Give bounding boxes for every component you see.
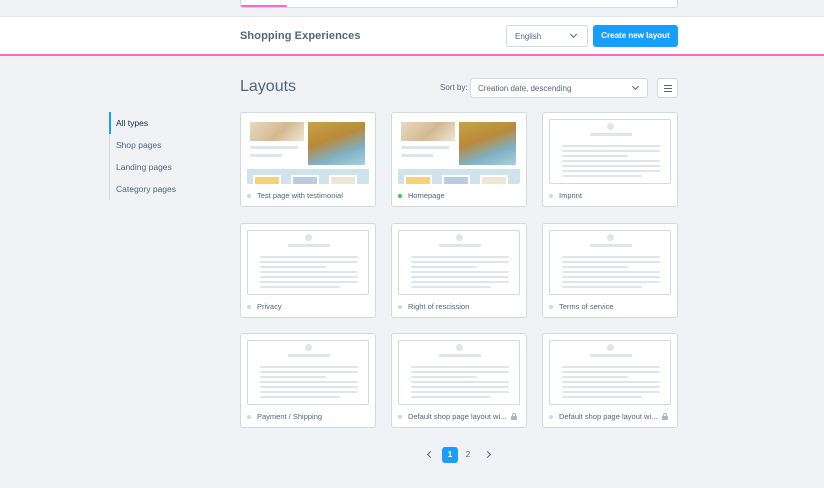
create-new-layout-button[interactable]: Create new layout xyxy=(593,25,678,47)
status-indicator xyxy=(549,194,553,198)
layout-thumbnail xyxy=(247,119,369,184)
language-select[interactable]: English xyxy=(506,25,588,47)
layout-thumbnail xyxy=(549,119,671,184)
status-indicator xyxy=(398,194,402,198)
header-title: Shopping Experiences xyxy=(240,30,361,42)
layout-name: Payment / Shipping xyxy=(257,412,323,421)
layout-thumbnail xyxy=(549,340,671,405)
sidebar-item-shop-pages[interactable]: Shop pages xyxy=(110,134,219,156)
layout-card[interactable]: Imprint xyxy=(542,112,678,207)
lock-icon xyxy=(511,413,517,420)
layout-card[interactable]: Default shop page layout wi... xyxy=(542,333,678,428)
layout-thumbnail xyxy=(247,230,369,295)
layout-thumbnail xyxy=(398,340,520,405)
layout-card[interactable]: Terms of service xyxy=(542,223,678,318)
layout-name: Privacy xyxy=(257,302,282,311)
layout-card[interactable]: Privacy xyxy=(240,223,376,318)
layout-name: Terms of service xyxy=(559,302,614,311)
layout-card[interactable]: Right of rescission xyxy=(391,223,527,318)
lock-icon xyxy=(662,413,668,420)
status-indicator xyxy=(549,305,553,309)
layout-card[interactable]: Test page with testimonial xyxy=(240,112,376,207)
layout-name: Default shop page layout wi... xyxy=(559,412,658,421)
sort-select[interactable]: Creation date, descending xyxy=(470,78,648,98)
page-button-2[interactable]: 2 xyxy=(460,447,476,463)
sidebar-item-landing-pages[interactable]: Landing pages xyxy=(110,156,219,178)
language-select-value: English xyxy=(515,32,542,41)
top-strip xyxy=(0,0,824,16)
status-indicator xyxy=(247,305,251,309)
sidebar-item-category-pages[interactable]: Category pages xyxy=(110,178,219,200)
layout-name: Test page with testimonial xyxy=(257,191,343,200)
top-card xyxy=(240,0,678,8)
page-title: Layouts xyxy=(240,78,297,95)
layout-card[interactable]: Default shop page layout wi... xyxy=(391,333,527,428)
status-indicator xyxy=(247,415,251,419)
layout-thumbnail xyxy=(398,230,520,295)
layout-name: Homepage xyxy=(408,191,445,200)
layout-name: Right of rescission xyxy=(408,302,470,311)
chevron-down-icon xyxy=(631,82,640,91)
chevron-right-icon[interactable] xyxy=(483,450,492,459)
top-card-accent xyxy=(241,5,287,7)
layout-card[interactable]: Homepage xyxy=(391,112,527,207)
list-view-toggle-button[interactable] xyxy=(657,78,678,98)
layout-thumbnail xyxy=(398,119,520,184)
page-button-1[interactable]: 1 xyxy=(442,447,458,463)
chevron-down-icon xyxy=(569,30,578,39)
layout-thumbnail xyxy=(549,230,671,295)
sort-label: Sort by: xyxy=(440,83,468,92)
status-indicator xyxy=(247,194,251,198)
status-indicator xyxy=(398,415,402,419)
layout-card[interactable]: Payment / Shipping xyxy=(240,333,376,428)
sidebar-item-all-types[interactable]: All types xyxy=(109,112,219,134)
page-header: Shopping Experiences English Create new … xyxy=(0,16,824,56)
layout-thumbnail xyxy=(247,340,369,405)
layout-type-nav: All types Shop pages Landing pages Categ… xyxy=(109,112,219,200)
layout-name: Imprint xyxy=(559,191,582,200)
status-indicator xyxy=(398,305,402,309)
sort-select-value: Creation date, descending xyxy=(478,84,572,93)
layout-name: Default shop page layout wi... xyxy=(408,412,507,421)
status-indicator xyxy=(549,415,553,419)
chevron-left-icon[interactable] xyxy=(426,450,435,459)
